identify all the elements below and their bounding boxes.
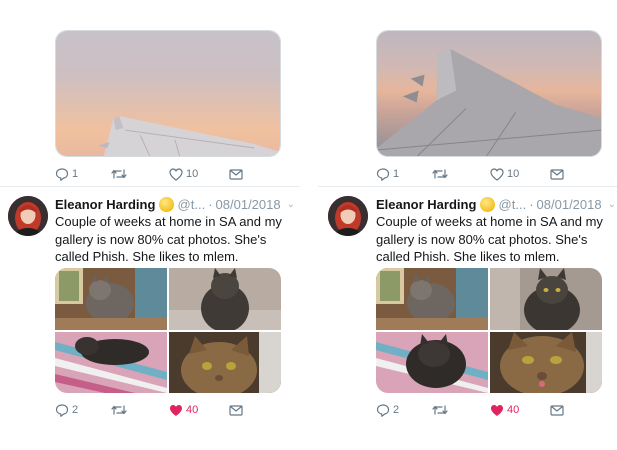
like-button[interactable]: 40 <box>169 404 229 417</box>
tweet-date[interactable]: 08/01/2018 <box>537 197 602 212</box>
author-handle[interactable]: @t... <box>499 197 527 212</box>
like-button[interactable]: 10 <box>169 167 229 181</box>
heart-outline-icon <box>490 167 504 181</box>
like-button[interactable]: 40 <box>490 404 550 417</box>
cat-sitting-photo[interactable] <box>169 268 281 330</box>
reply-icon <box>55 403 69 417</box>
chevron-down-icon[interactable]: ⌄ <box>608 199 616 210</box>
slightly-smiling-face-emoji-icon <box>159 196 174 212</box>
retweet-icon <box>111 169 127 179</box>
heart-filled-icon <box>170 404 182 416</box>
tweet-column-right: 1 10 Eleanor Harding @t... · 08/01/2018 … <box>318 0 617 450</box>
cat-closeup-photo[interactable] <box>169 332 281 393</box>
separator: · <box>529 196 534 212</box>
retweet-icon <box>432 405 448 415</box>
first-tweet-actions: 1 10 <box>376 164 602 184</box>
tweet-actions: 2 40 <box>376 400 602 420</box>
tweet-date[interactable]: 08/01/2018 <box>216 197 281 212</box>
reply-count: 2 <box>393 404 400 416</box>
airplane-wing-photo[interactable] <box>376 30 602 157</box>
cat-mlem-closeup-photo[interactable] <box>490 332 602 393</box>
avatar[interactable] <box>8 196 48 236</box>
retweet-icon <box>111 405 127 415</box>
photo-grid <box>376 268 602 393</box>
tweet-header: Eleanor Harding @t... · 08/01/2018 ⌄ <box>376 195 616 213</box>
direct-message-button[interactable] <box>229 404 269 416</box>
reply-button[interactable]: 1 <box>376 167 432 181</box>
chevron-down-icon[interactable]: ⌄ <box>287 199 295 210</box>
like-count: 40 <box>186 404 199 416</box>
airplane-wing-photo[interactable] <box>55 30 281 157</box>
cat-by-window-photo[interactable] <box>376 268 488 330</box>
tweet-divider <box>0 186 300 187</box>
reply-icon <box>55 167 69 181</box>
reply-count: 1 <box>393 168 400 180</box>
reply-count: 1 <box>72 168 79 180</box>
reply-icon <box>376 403 390 417</box>
retweet-button[interactable] <box>111 404 169 416</box>
tweet-text: Couple of weeks at home in SA and my gal… <box>376 214 603 264</box>
tweet-column-left: 1 10 Eleanor Harding @t... · 08/01/2018 … <box>0 0 300 450</box>
author-name[interactable]: Eleanor Harding <box>376 197 476 212</box>
reply-button[interactable]: 2 <box>376 403 432 417</box>
retweet-button[interactable] <box>432 404 490 416</box>
reply-count: 2 <box>72 404 79 416</box>
direct-message-button[interactable] <box>229 168 269 180</box>
reply-button[interactable]: 1 <box>55 167 111 181</box>
author-name[interactable]: Eleanor Harding <box>55 197 155 212</box>
direct-message-button[interactable] <box>550 168 590 180</box>
reply-icon <box>376 167 390 181</box>
tweet-actions: 2 40 <box>55 400 281 420</box>
tweet-text: Couple of weeks at home in SA and my gal… <box>55 214 282 264</box>
retweet-button[interactable] <box>111 168 169 180</box>
tweet-divider <box>318 186 617 187</box>
cat-by-window-photo[interactable] <box>55 268 167 330</box>
separator: · <box>208 196 213 212</box>
like-count: 10 <box>507 168 520 180</box>
photo-grid <box>55 268 281 393</box>
tweet-header: Eleanor Harding @t... · 08/01/2018 ⌄ <box>55 195 295 213</box>
envelope-icon <box>550 404 564 416</box>
like-button[interactable]: 10 <box>490 167 550 181</box>
cat-on-blanket-photo[interactable] <box>376 332 488 393</box>
retweet-icon <box>432 169 448 179</box>
like-count: 40 <box>507 404 520 416</box>
heart-filled-icon <box>491 404 503 416</box>
cat-sitting-photo[interactable] <box>490 268 602 330</box>
reply-button[interactable]: 2 <box>55 403 111 417</box>
cat-on-blanket-photo[interactable] <box>55 332 167 393</box>
author-handle[interactable]: @t... <box>178 197 206 212</box>
avatar[interactable] <box>328 196 368 236</box>
first-tweet-actions: 1 10 <box>55 164 281 184</box>
envelope-icon <box>229 168 243 180</box>
envelope-icon <box>550 168 564 180</box>
slightly-smiling-face-emoji-icon <box>480 196 495 212</box>
direct-message-button[interactable] <box>550 404 590 416</box>
retweet-button[interactable] <box>432 168 490 180</box>
envelope-icon <box>229 404 243 416</box>
like-count: 10 <box>186 168 199 180</box>
heart-outline-icon <box>169 167 183 181</box>
